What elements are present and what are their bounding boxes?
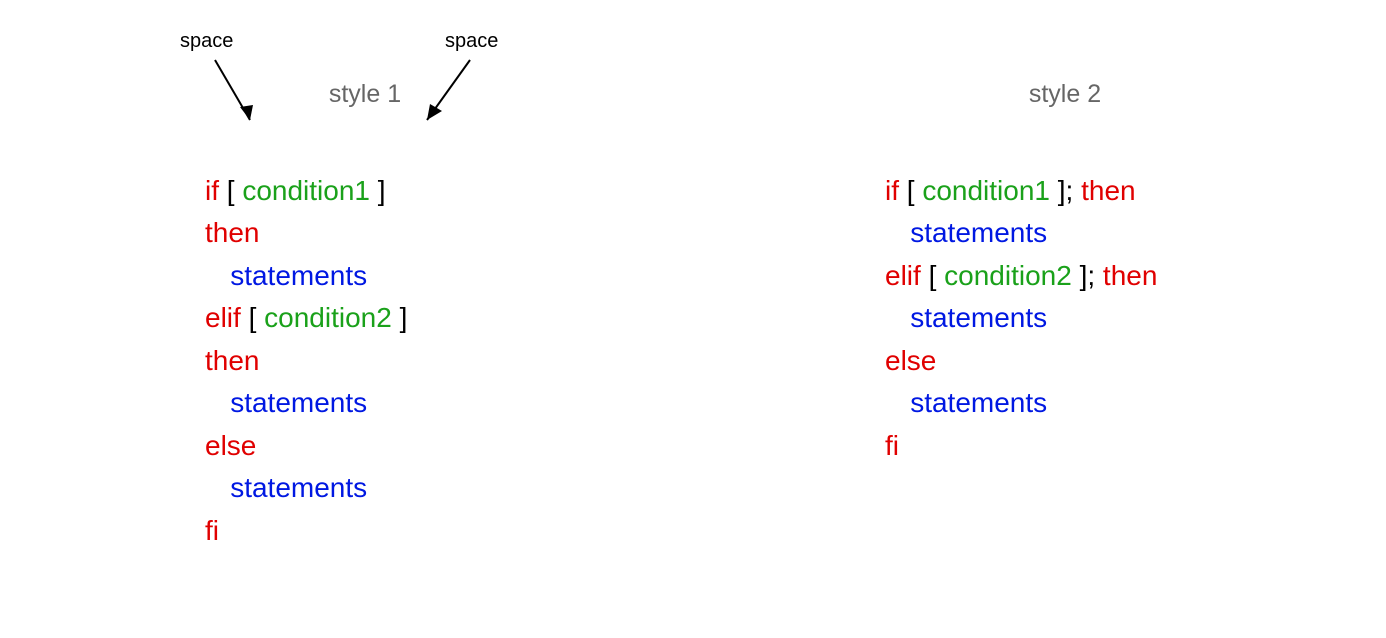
bracket-close-semi: ];	[1058, 175, 1074, 206]
statements: statements	[230, 260, 367, 291]
style2-panel: style 2 if [ condition1 ]; then statemen…	[885, 80, 1245, 467]
bracket-close: ]	[400, 302, 408, 333]
kw-if: if	[205, 175, 219, 206]
kw-elif: elif	[205, 302, 241, 333]
kw-then: then	[205, 345, 260, 376]
style2-code: if [ condition1 ]; then statements elif …	[885, 127, 1245, 467]
statements: statements	[910, 217, 1047, 248]
bracket-close-semi: ];	[1080, 260, 1096, 291]
kw-elif: elif	[885, 260, 921, 291]
kw-fi: fi	[205, 515, 219, 546]
condition2: condition2	[264, 302, 392, 333]
statements: statements	[910, 387, 1047, 418]
statements: statements	[910, 302, 1047, 333]
kw-fi: fi	[885, 430, 899, 461]
style1-code: if [ condition1 ] then statements elif […	[205, 127, 525, 552]
kw-if: if	[885, 175, 899, 206]
bracket-close: ]	[378, 175, 386, 206]
style1-panel: style 1 if [ condition1 ] then statement…	[205, 80, 525, 552]
statements: statements	[230, 472, 367, 503]
bracket-open: [	[907, 175, 915, 206]
annotation-space-left: space	[180, 30, 233, 53]
condition1: condition1	[922, 175, 1050, 206]
condition1: condition1	[242, 175, 370, 206]
kw-else: else	[205, 430, 256, 461]
bracket-open: [	[929, 260, 937, 291]
condition2: condition2	[944, 260, 1072, 291]
kw-then: then	[1103, 260, 1158, 291]
style2-title: style 2	[885, 80, 1245, 109]
bracket-open: [	[249, 302, 257, 333]
kw-then: then	[205, 217, 260, 248]
kw-then: then	[1081, 175, 1136, 206]
bracket-open: [	[227, 175, 235, 206]
style1-title: style 1	[205, 80, 525, 109]
statements: statements	[230, 387, 367, 418]
kw-else: else	[885, 345, 936, 376]
annotation-space-right: space	[445, 30, 498, 53]
